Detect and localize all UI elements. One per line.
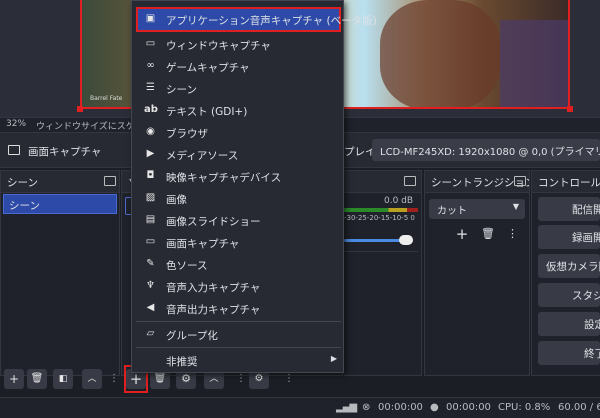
current-source-name: 画面キャプチャ xyxy=(28,146,102,158)
zoom-level: 32% xyxy=(6,119,27,129)
scenes-dock-title: シーン xyxy=(1,171,119,193)
chevron-down-icon: ▼ xyxy=(512,202,519,211)
monitor-icon: ▭ xyxy=(145,236,156,247)
meter-scale: -30-25-20-15-10-5 0 xyxy=(344,214,415,222)
scenes-dock: シーン シーン xyxy=(0,170,120,376)
camera-icon: ◘ xyxy=(146,170,155,181)
record-indicator-icon: ● xyxy=(430,402,439,413)
menu-item-image[interactable]: ▨ 画像 xyxy=(136,188,341,209)
transitions-dock: シーントランジション カット ▼ + 🗑 ⋮ xyxy=(424,170,530,376)
monitor-icon xyxy=(8,145,20,155)
volume-meter xyxy=(344,208,418,212)
display-label: プレイ xyxy=(344,146,376,158)
scene-list-item[interactable]: シーン xyxy=(3,194,117,214)
chevron-right-icon: ▶ xyxy=(330,354,337,363)
cpu-usage: CPU: 0.8% xyxy=(498,402,551,413)
more-options-icon[interactable]: ⋮ xyxy=(109,372,119,386)
network-icon: ▂▄▆ xyxy=(336,402,357,413)
stream-indicator-icon: ⊗ xyxy=(362,402,371,413)
list-icon: ☰ xyxy=(146,82,155,93)
menu-item-audio-output-capture[interactable]: ◀ 音声出力キャプチャ xyxy=(136,298,341,319)
menu-item-group[interactable]: ▱ グループ化 xyxy=(136,324,341,345)
controls-dock-title: コントロール xyxy=(532,171,600,193)
menu-item-browser[interactable]: ◉ ブラウザ xyxy=(136,122,341,143)
menu-separator xyxy=(136,321,341,322)
menu-item-deprecated[interactable]: 非推奨 ▶ xyxy=(136,350,341,371)
menu-item-text-gdi[interactable]: ab テキスト (GDI+) xyxy=(136,100,341,121)
audio-mixer-dock: 0.0 dB -30-25-20-15-10-5 0 xyxy=(344,170,422,376)
more-options-icon[interactable]: ⋮ xyxy=(507,225,518,243)
menu-item-video-capture-device[interactable]: ◘ 映像キャプチャデバイス xyxy=(136,166,341,187)
menu-item-window-capture[interactable]: ▭ ウィンドウキャプチャ xyxy=(136,34,341,55)
fps-counter: 60.00 / 60.00 FPS xyxy=(558,402,600,413)
resize-handle[interactable] xyxy=(567,106,573,112)
menu-item-scene[interactable]: ☰ シーン xyxy=(136,78,341,99)
record-time: 00:00:00 xyxy=(446,402,491,413)
mic-icon: ♆ xyxy=(146,280,155,291)
window-icon: ▭ xyxy=(145,38,156,49)
stream-time: 00:00:00 xyxy=(378,402,423,413)
add-source-menu: ▣ アプリケーション音声キャプチャ (ベータ版) ▭ ウィンドウキャプチャ ∞ … xyxy=(131,0,377,373)
menu-item-audio-input-capture[interactable]: ♆ 音声入力キャプチャ xyxy=(136,276,341,297)
gamepad-icon: ∞ xyxy=(146,60,155,71)
speaker-icon: ◀ xyxy=(146,302,155,313)
more-options-icon[interactable]: ⋮ xyxy=(236,372,246,386)
exit-button[interactable]: 終了 xyxy=(538,341,600,365)
mixer-divider xyxy=(344,251,418,252)
undock-icon[interactable] xyxy=(514,176,526,186)
studio-mode-button[interactable]: スタジオモード xyxy=(538,283,600,307)
menu-item-display-capture[interactable]: ▭ 画面キャプチャ xyxy=(136,232,341,253)
transition-select-value: カット xyxy=(437,206,467,217)
add-scene-button[interactable]: + xyxy=(4,369,24,389)
volume-slider[interactable] xyxy=(344,239,406,242)
globe-icon: ◉ xyxy=(146,126,155,137)
app-audio-icon: ▣ xyxy=(145,13,156,24)
monitor-select[interactable]: LCD-MF245XD: 1920x1080 @ 0,0 (プライマリモニター) xyxy=(372,139,600,161)
menu-item-color-source[interactable]: ✎ 色ソース xyxy=(136,254,341,275)
undock-icon[interactable] xyxy=(404,176,416,186)
settings-button[interactable]: 設定 xyxy=(538,312,600,336)
start-recording-button[interactable]: 録画開始 xyxy=(538,225,600,249)
folder-icon: ▱ xyxy=(146,328,155,339)
menu-item-media-source[interactable]: ▶ メディアソース xyxy=(136,144,341,165)
start-streaming-button[interactable]: 配信開始 xyxy=(538,197,600,221)
menu-item-app-audio-capture[interactable]: ▣ アプリケーション音声キャプチャ (ベータ版) xyxy=(136,9,377,30)
menu-item-game-capture[interactable]: ∞ ゲームキャプチャ xyxy=(136,56,341,77)
filter-icon[interactable]: ◧ xyxy=(53,369,73,389)
trash-icon[interactable]: 🗑 xyxy=(479,225,497,243)
image-icon: ▨ xyxy=(145,192,156,203)
menu-separator xyxy=(136,347,341,348)
start-virtual-camera-button[interactable]: 仮想カメラ開始 xyxy=(538,254,600,278)
chevron-up-icon[interactable]: ︿ xyxy=(82,369,102,389)
play-icon: ▶ xyxy=(146,148,155,159)
text-icon: ab xyxy=(144,104,158,115)
undock-icon[interactable] xyxy=(104,176,116,186)
more-options-icon[interactable]: ⋮ xyxy=(284,372,294,386)
volume-slider-handle[interactable] xyxy=(399,235,413,245)
trash-icon[interactable]: 🗑 xyxy=(27,369,47,389)
menu-item-image-slideshow[interactable]: ▤ 画像スライドショー xyxy=(136,210,341,231)
status-bar: ▂▄▆ ⊗ 00:00:00 ● 00:00:00 CPU: 0.8% 60.0… xyxy=(0,397,600,418)
brush-icon: ✎ xyxy=(146,258,155,269)
add-transition-button[interactable]: + xyxy=(453,225,471,243)
mixer-db-value: 0.0 dB xyxy=(384,196,414,206)
transition-select[interactable]: カット ▼ xyxy=(429,199,525,219)
slideshow-icon: ▤ xyxy=(145,214,156,225)
resize-handle[interactable] xyxy=(77,106,83,112)
